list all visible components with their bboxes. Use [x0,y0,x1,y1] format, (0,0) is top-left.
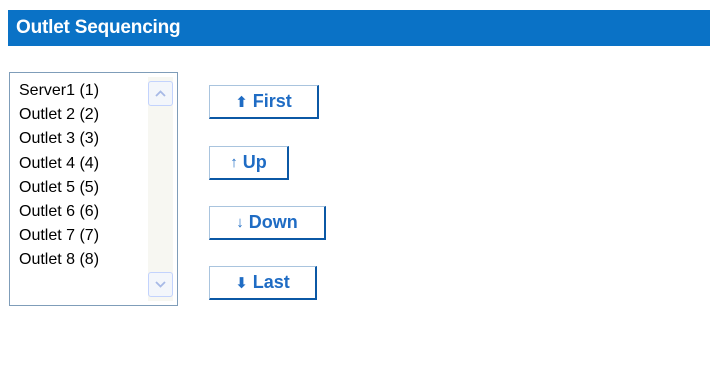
move-last-label: Last [252,272,290,292]
scroll-down-button[interactable] [148,272,173,297]
list-item[interactable]: Outlet 2 (2) [10,103,99,127]
heavy-up-arrow-icon: ⬆ [235,93,248,111]
list-item[interactable]: Server1 (1) [10,79,99,103]
list-item[interactable]: Outlet 7 (7) [10,224,99,248]
chevron-down-icon [155,281,166,288]
list-item[interactable]: Outlet 6 (6) [10,200,99,224]
list-item[interactable]: Outlet 5 (5) [10,176,99,200]
list-item[interactable]: Outlet 4 (4) [10,152,99,176]
page-title: Outlet Sequencing [16,17,181,38]
listbox-scrollbar[interactable] [148,77,173,301]
outlet-list: Server1 (1) Outlet 2 (2) Outlet 3 (3) Ou… [10,79,99,273]
heavy-down-arrow-icon: ⬇ [235,274,248,292]
chevron-up-icon [155,90,166,97]
up-arrow-icon: ↑ [230,154,238,171]
move-down-button[interactable]: ↓ Down [209,206,326,240]
move-last-button[interactable]: ⬇ Last [209,266,317,300]
move-up-label: Up [242,152,267,172]
outlet-listbox[interactable]: Server1 (1) Outlet 2 (2) Outlet 3 (3) Ou… [9,72,178,306]
list-item[interactable]: Outlet 8 (8) [10,248,99,272]
move-down-label: Down [248,212,298,232]
move-first-button[interactable]: ⬆ First [209,85,319,119]
move-first-label: First [252,91,292,111]
down-arrow-icon: ↓ [236,214,244,231]
scroll-up-button[interactable] [148,81,173,106]
move-up-button[interactable]: ↑ Up [209,146,289,180]
list-item[interactable]: Outlet 3 (3) [10,127,99,151]
section-title-bar: Outlet Sequencing [8,10,710,46]
